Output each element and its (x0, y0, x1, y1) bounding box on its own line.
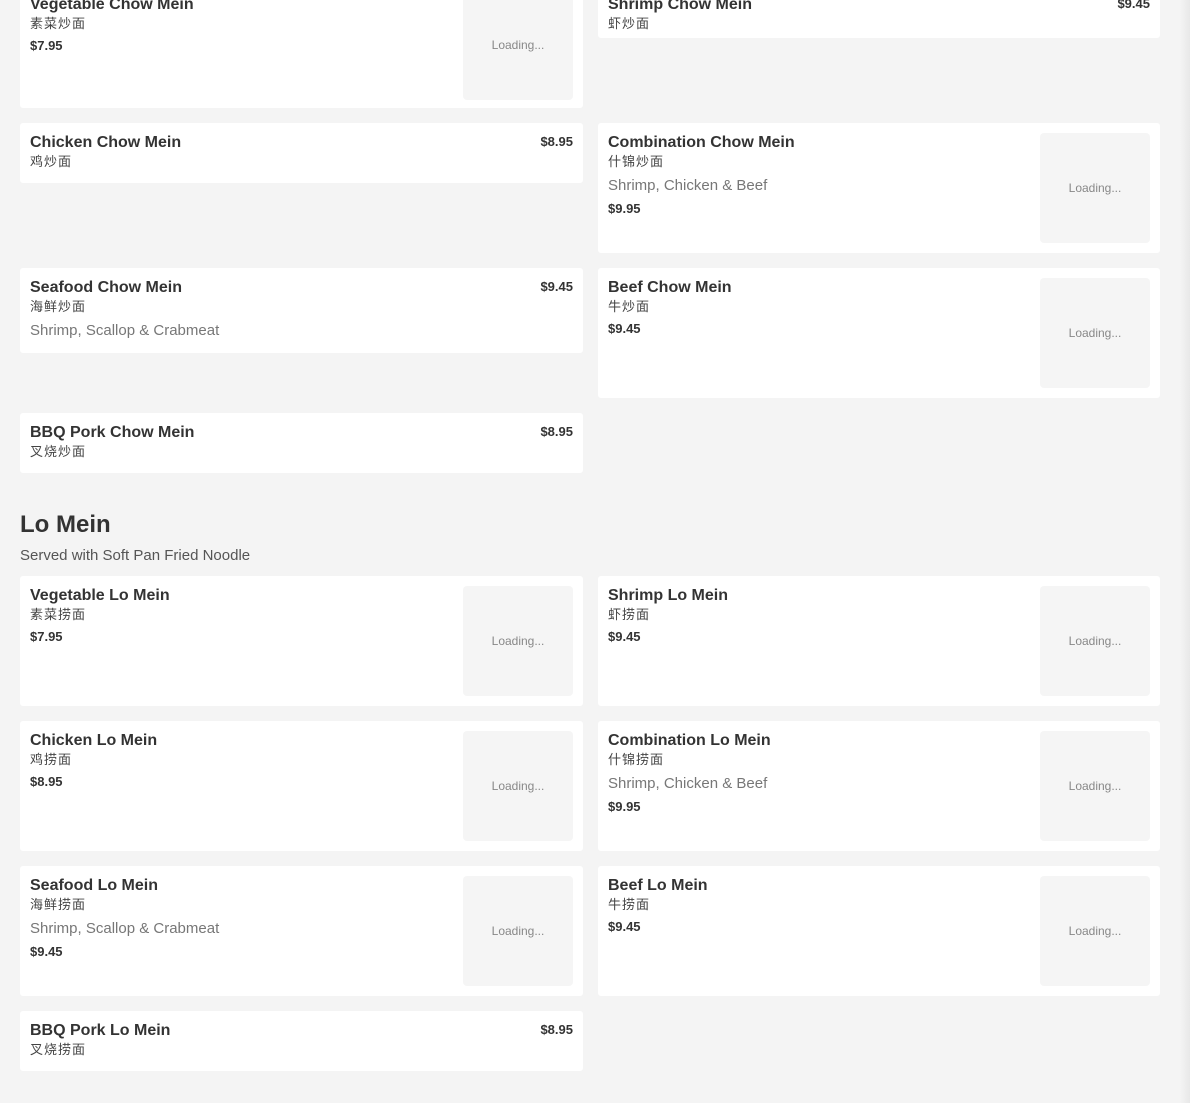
loading-text: Loading... (1068, 326, 1122, 340)
loading-text: Loading... (491, 924, 545, 938)
menu-item-card[interactable]: Chicken Lo Mein 鸡捞面 $8.95 Loading... (20, 721, 583, 851)
menu-item-card[interactable]: Seafood Chow Mein 海鲜炒面 Shrimp, Scallop &… (20, 268, 583, 353)
item-name: BBQ Pork Chow Mein (30, 424, 195, 441)
loading-text: Loading... (491, 634, 545, 648)
item-chinese-name: 叉烧捞面 (30, 1042, 87, 1057)
item-description: Shrimp, Scallop & Crabmeat (30, 322, 220, 339)
item-name: Shrimp Chow Mein (608, 0, 752, 13)
item-price: $8.95 (540, 424, 573, 439)
item-chinese-name: 虾炒面 (608, 16, 651, 31)
item-image-placeholder: Loading... (1040, 133, 1150, 243)
item-image-placeholder: Loading... (463, 876, 573, 986)
item-image-placeholder: Loading... (1040, 586, 1150, 696)
item-name: Chicken Chow Mein (30, 134, 182, 151)
loading-text: Loading... (1068, 181, 1122, 195)
menu-item-card[interactable]: Beef Lo Mein 牛捞面 $9.45 Loading... (598, 866, 1160, 996)
loading-text: Loading... (1068, 634, 1122, 648)
menu-item-card[interactable]: Combination Chow Mein 什锦炒面 Shrimp, Chick… (598, 123, 1160, 253)
item-image-placeholder: Loading... (463, 731, 573, 841)
item-image-placeholder: Loading... (463, 0, 573, 100)
menu-item-card[interactable]: Vegetable Chow Mein 素菜炒面 $7.95 Loading..… (20, 0, 583, 108)
item-chinese-name: 叉烧炒面 (30, 444, 87, 459)
menu-item-card[interactable]: Seafood Lo Mein 海鲜捞面 Shrimp, Scallop & C… (20, 866, 583, 996)
menu-item-card[interactable]: Chicken Chow Mein 鸡炒面 $8.95 (20, 123, 583, 183)
item-image-placeholder: Loading... (1040, 876, 1150, 986)
item-chinese-name: 鸡炒面 (30, 154, 73, 169)
loading-text: Loading... (1068, 924, 1122, 938)
section-title: Lo Mein (20, 511, 111, 538)
item-price: $9.45 (540, 279, 573, 294)
loading-text: Loading... (491, 38, 545, 52)
item-price: $8.95 (540, 1022, 573, 1037)
item-name: BBQ Pork Lo Mein (30, 1022, 171, 1039)
item-price: $8.95 (540, 134, 573, 149)
scrollbar-track[interactable] (1180, 0, 1190, 1103)
section-subtitle: Served with Soft Pan Fried Noodle (20, 547, 251, 564)
item-image-placeholder: Loading... (1040, 731, 1150, 841)
menu-item-card[interactable]: Shrimp Lo Mein 虾捞面 $9.45 Loading... (598, 576, 1160, 706)
item-chinese-name: 海鲜炒面 (30, 299, 87, 314)
menu-item-card[interactable]: BBQ Pork Lo Mein 叉烧捞面 $8.95 (20, 1011, 583, 1071)
loading-text: Loading... (1068, 779, 1122, 793)
item-image-placeholder: Loading... (463, 586, 573, 696)
loading-text: Loading... (491, 779, 545, 793)
menu-item-card[interactable]: Combination Lo Mein 什锦捞面 Shrimp, Chicken… (598, 721, 1160, 851)
item-price: $9.45 (1117, 0, 1150, 11)
item-name: Seafood Chow Mein (30, 279, 182, 296)
item-image-placeholder: Loading... (1040, 278, 1150, 388)
menu-item-card[interactable]: BBQ Pork Chow Mein 叉烧炒面 $8.95 (20, 413, 583, 473)
menu-item-card[interactable]: Vegetable Lo Mein 素菜捞面 $7.95 Loading... (20, 576, 583, 706)
menu-item-card[interactable]: Beef Chow Mein 牛炒面 $9.45 Loading... (598, 268, 1160, 398)
menu-item-card[interactable]: Shrimp Chow Mein 虾炒面 $9.45 (598, 0, 1160, 38)
